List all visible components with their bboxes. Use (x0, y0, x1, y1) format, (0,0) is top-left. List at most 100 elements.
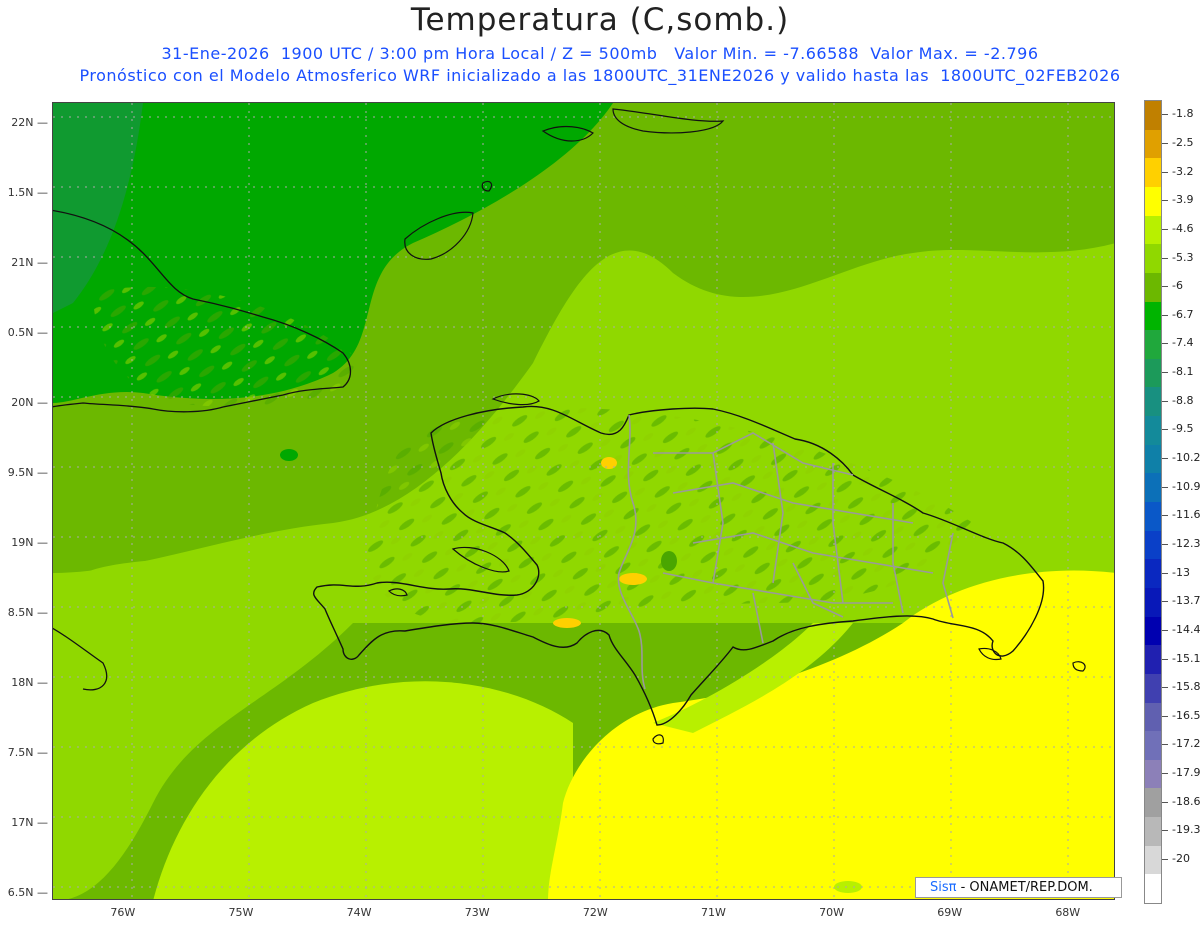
color-scale-tick (1162, 114, 1168, 116)
color-scale-swatch (1145, 358, 1161, 388)
lat-tick-label: 17N — (11, 816, 48, 829)
color-scale-label: -17.2 (1172, 737, 1200, 751)
color-scale-label: -2.5 (1172, 135, 1194, 149)
color-scale-swatch (1145, 702, 1161, 732)
lat-tick-label: 7.5N — (7, 746, 48, 759)
color-scale-swatch (1145, 301, 1161, 331)
lat-tick-label: 20N — (11, 396, 48, 409)
color-scale-tick (1162, 458, 1168, 460)
color-scale-tick (1162, 543, 1168, 545)
color-scale-label: -18.6 (1172, 794, 1200, 808)
color-scale-tick (1162, 372, 1168, 374)
color-scale-swatch (1145, 788, 1161, 818)
color-scale-tick (1162, 744, 1168, 746)
color-scale-label: -13.7 (1172, 594, 1200, 608)
credit-box: Sisπ - ONAMET/REP.DOM. (915, 877, 1122, 898)
model-run-subtitle: Pronóstico con el Modelo Atmosferico WRF… (79, 66, 1121, 85)
color-scale-tick (1162, 142, 1168, 144)
warm-spot (553, 618, 581, 628)
color-scale-tick (1162, 343, 1168, 345)
color-scale-label: -12.3 (1172, 536, 1200, 550)
lon-tick-label: 68W (1055, 906, 1081, 919)
color-scale-swatch (1145, 817, 1161, 847)
lon-tick-label: 71W (700, 906, 726, 919)
color-scale-label: -17.9 (1172, 766, 1200, 780)
color-scale-bar (1144, 100, 1162, 904)
color-scale-tick (1162, 429, 1168, 431)
color-scale-tick (1162, 658, 1168, 660)
color-scale-label: -7.4 (1172, 336, 1194, 350)
color-scale-swatch (1145, 731, 1161, 761)
color-scale-swatch (1145, 158, 1161, 188)
color-scale-swatch (1145, 330, 1161, 360)
color-scale-label: -8.8 (1172, 393, 1194, 407)
color-scale-swatch (1145, 129, 1161, 159)
color-scale-tick (1162, 286, 1168, 288)
color-scale-label: -15.8 (1172, 680, 1200, 694)
lon-tick-label: 75W (228, 906, 254, 919)
color-scale-label: -9.5 (1172, 422, 1194, 436)
color-scale-label: -14.4 (1172, 622, 1200, 636)
color-scale-label: -6.7 (1172, 307, 1194, 321)
color-scale-tick (1162, 715, 1168, 717)
color-scale-swatch (1145, 101, 1161, 131)
color-scale-swatch (1145, 244, 1161, 274)
color-scale-tick (1162, 171, 1168, 173)
color-scale-label: -1.8 (1172, 107, 1194, 121)
lat-tick-label: 9.5N — (7, 466, 48, 479)
color-scale-label: -10.9 (1172, 479, 1200, 493)
color-scale-tick (1162, 572, 1168, 574)
color-scale-label: -20 (1172, 852, 1190, 866)
color-scale-tick (1162, 400, 1168, 402)
lon-tick-label: 73W (464, 906, 490, 919)
lat-tick-label: 18N — (11, 676, 48, 689)
temperature-field (53, 103, 1114, 899)
lon-tick-label: 70W (819, 906, 844, 919)
color-scale-swatch (1145, 444, 1161, 474)
lat-tick-label: 1.5N — (7, 186, 48, 199)
lon-tick-label: 69W (937, 906, 963, 919)
color-scale-swatch (1145, 645, 1161, 675)
color-scale-label: -13 (1172, 565, 1190, 579)
color-scale-label: -8.1 (1172, 365, 1194, 379)
color-scale-label: -3.2 (1172, 164, 1194, 178)
color-scale-label: -11.6 (1172, 508, 1200, 522)
color-scale-tick (1162, 515, 1168, 517)
color-scale-tick (1162, 859, 1168, 861)
color-scale-tick (1162, 801, 1168, 803)
color-scale-swatch (1145, 416, 1161, 446)
color-scale-label: -15.1 (1172, 651, 1200, 665)
forecast-time-subtitle: 31-Ene-2026 1900 UTC / 3:00 pm Hora Loca… (161, 44, 1039, 63)
credit-org: - ONAMET/REP.DOM. (956, 880, 1093, 895)
color-scale-swatch (1145, 530, 1161, 560)
color-scale-swatch (1145, 759, 1161, 789)
color-scale-swatch (1145, 559, 1161, 589)
color-scale-tick (1162, 228, 1168, 230)
color-scale-swatch (1145, 272, 1161, 302)
cool-spot (280, 449, 298, 461)
color-scale-swatch (1145, 673, 1161, 703)
color-scale-swatch (1145, 587, 1161, 618)
sispi-logo: Sisπ (930, 880, 957, 895)
color-scale-tick (1162, 257, 1168, 259)
lat-tick-label: 21N — (11, 256, 48, 269)
color-scale-tick (1162, 200, 1168, 202)
color-scale-tick (1162, 601, 1168, 603)
color-scale-label: -16.5 (1172, 708, 1200, 722)
lon-tick-label: 72W (582, 906, 608, 919)
color-scale-tick (1162, 629, 1168, 631)
color-scale-swatch (1145, 874, 1161, 904)
color-scale-tick (1162, 486, 1168, 488)
color-scale-label: -4.6 (1172, 221, 1194, 235)
color-scale-swatch (1145, 502, 1161, 532)
color-scale-tick (1162, 773, 1168, 775)
map-title: Temperatura (C,somb.) (410, 2, 790, 38)
color-scale-swatch (1145, 473, 1161, 503)
lat-tick-label: 8.5N — (7, 606, 48, 619)
lat-tick-label: 0.5N — (7, 326, 48, 339)
cool-spot (661, 551, 677, 571)
color-scale-tick (1162, 830, 1168, 832)
color-scale-label: -10.2 (1172, 451, 1200, 465)
color-scale-label: -5.3 (1172, 250, 1194, 264)
color-scale-swatch (1145, 215, 1161, 245)
